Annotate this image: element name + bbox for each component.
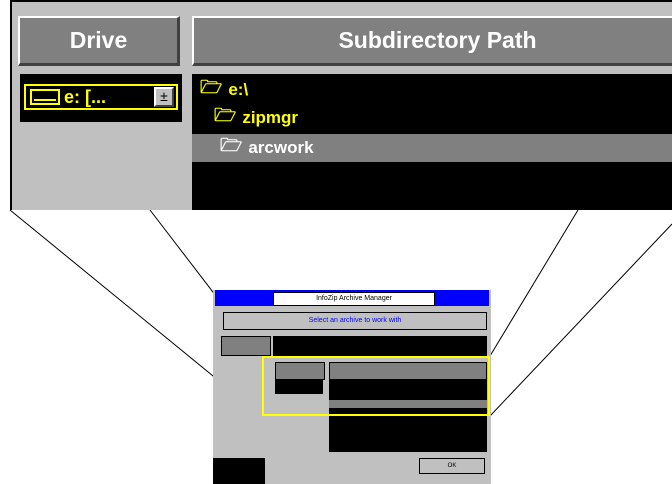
subdirectory-list: 🗁 e:\ 🗁 zipmgr 🗁 arcwork xyxy=(192,74,672,210)
open-folder-icon: 🗁 xyxy=(220,135,243,155)
path-item-root[interactable]: 🗁 e:\ xyxy=(200,76,248,104)
path-item-label: zipmgr xyxy=(242,108,299,127)
thumbnail-instruction-bar: Select an archive to work with xyxy=(223,312,487,330)
dropdown-arrow-button[interactable]: ± xyxy=(154,87,174,107)
subdirectory-path-header: Subdirectory Path xyxy=(192,16,672,66)
path-item-label: e:\ xyxy=(228,80,249,99)
drive-value: e: [... xyxy=(64,86,107,107)
thumbnail-title-bar: InfoZip Archive Manager xyxy=(215,290,489,306)
thumbnail-black-bar xyxy=(273,336,487,356)
path-item-label: arcwork xyxy=(248,138,314,157)
thumbnail-status-box xyxy=(213,458,265,484)
drive-panel: e: [... ± xyxy=(20,74,182,122)
thumbnail-title: InfoZip Archive Manager xyxy=(273,292,435,306)
open-folder-icon: 🗁 xyxy=(214,105,237,125)
path-item-zipmgr[interactable]: 🗁 zipmgr xyxy=(214,104,298,132)
open-folder-icon: 🗁 xyxy=(200,77,223,97)
thumbnail-tab xyxy=(221,336,271,356)
drive-dropdown[interactable]: e: [... ± xyxy=(24,84,178,110)
thumbnail-ok-button[interactable]: OK xyxy=(419,458,485,474)
path-item-arcwork[interactable]: 🗁 arcwork xyxy=(192,134,672,162)
zoom-highlight-box xyxy=(262,356,490,416)
drive-header: Drive xyxy=(18,16,180,66)
zoomed-dialog-region: Drive Subdirectory Path e: [... ± 🗁 e:\ … xyxy=(10,0,672,210)
drive-icon xyxy=(30,89,60,105)
